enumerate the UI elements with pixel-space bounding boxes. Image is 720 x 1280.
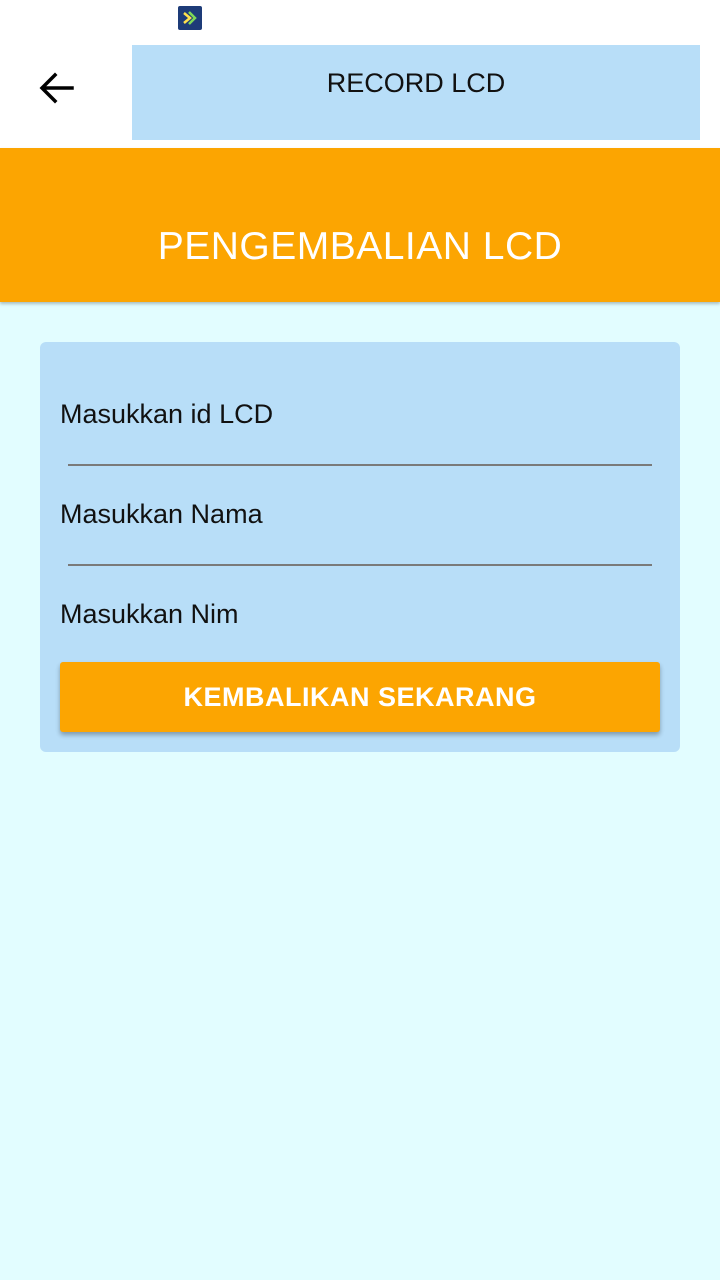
record-lcd-label: RECORD LCD bbox=[326, 68, 506, 98]
page-header: PENGEMBALIAN LCD bbox=[0, 148, 720, 302]
return-form-card: KEMBALIKAN SEKARANG bbox=[40, 342, 680, 752]
app-bar: RECORD LCD bbox=[0, 36, 720, 148]
name-underline bbox=[68, 564, 652, 566]
nim-input[interactable] bbox=[60, 582, 652, 646]
name-input[interactable] bbox=[60, 482, 652, 546]
page-title: PENGEMBALIAN LCD bbox=[157, 225, 563, 268]
back-button[interactable] bbox=[24, 58, 88, 122]
return-now-button[interactable]: KEMBALIKAN SEKARANG bbox=[60, 662, 660, 732]
lcd-id-input[interactable] bbox=[60, 382, 652, 446]
xl-carrier-icon bbox=[178, 6, 202, 30]
nim-field bbox=[60, 582, 660, 666]
lcd-id-field bbox=[60, 382, 660, 466]
lcd-id-underline bbox=[68, 464, 652, 466]
record-lcd-button[interactable]: RECORD LCD bbox=[132, 45, 700, 140]
status-bar bbox=[0, 0, 720, 36]
arrow-left-icon bbox=[38, 72, 74, 109]
name-field bbox=[60, 482, 660, 566]
